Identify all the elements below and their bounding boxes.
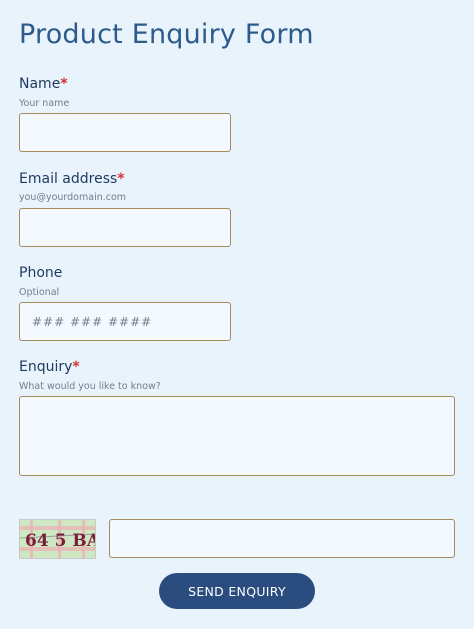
enquiry-hint: What would you like to know? bbox=[19, 381, 161, 392]
enquiry-field-box bbox=[19, 396, 455, 476]
name-label-text: Name bbox=[19, 76, 61, 92]
phone-input[interactable] bbox=[20, 303, 230, 340]
name-label: Name* bbox=[19, 76, 68, 92]
captcha-code: 64 5 BA bbox=[25, 531, 96, 551]
email-input[interactable] bbox=[20, 209, 230, 246]
phone-hint: Optional bbox=[19, 287, 60, 298]
enquiry-textarea[interactable] bbox=[20, 397, 454, 475]
required-marker: * bbox=[60, 76, 68, 92]
captcha-field-box bbox=[109, 519, 455, 558]
phone-label: Phone bbox=[19, 265, 63, 281]
enquiry-label-text: Enquiry bbox=[19, 359, 73, 375]
name-input[interactable] bbox=[20, 114, 230, 151]
name-field-box bbox=[19, 113, 231, 152]
captcha-input[interactable] bbox=[110, 520, 454, 557]
email-hint: you@yourdomain.com bbox=[19, 192, 127, 203]
email-field-box bbox=[19, 208, 231, 247]
send-enquiry-button[interactable]: SEND ENQUIRY bbox=[159, 573, 315, 609]
enquiry-form: Product Enquiry Form Name* Your name Ema… bbox=[0, 0, 474, 629]
captcha-graphic: 64 5 BA bbox=[20, 520, 96, 558]
required-marker: * bbox=[72, 359, 80, 375]
captcha-image: 64 5 BA bbox=[19, 519, 96, 559]
name-hint: Your name bbox=[19, 98, 70, 109]
form-title: Product Enquiry Form bbox=[19, 19, 314, 50]
required-marker: * bbox=[117, 171, 125, 187]
enquiry-label: Enquiry* bbox=[19, 359, 80, 375]
email-label-text: Email address bbox=[19, 171, 118, 187]
email-label: Email address* bbox=[19, 171, 125, 187]
phone-field-box bbox=[19, 302, 231, 341]
